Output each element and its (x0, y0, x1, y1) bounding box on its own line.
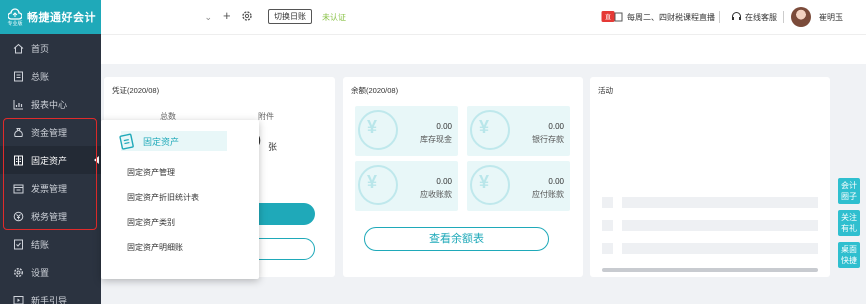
float-tab-line: 桌面 (841, 245, 857, 254)
menu-item-asset-detail-ledger[interactable]: 固定资产明细账 (127, 242, 183, 253)
balance-label: 库存现金 (420, 135, 452, 144)
highlight-box (3, 118, 97, 230)
float-tab-desktop[interactable]: 桌面 快捷 (838, 242, 860, 268)
float-tab-community[interactable]: 会计 圈子 (838, 178, 860, 204)
sidebar-item-label: 首页 (31, 43, 50, 54)
sidebar-item-home[interactable]: 首页 (0, 34, 101, 62)
balance-label: 应收账款 (420, 190, 452, 199)
header-divider (783, 11, 784, 23)
voucher-attach-label: 附件 (258, 112, 274, 121)
currency-symbol: ¥ (479, 172, 490, 192)
money-bag-icon (358, 110, 398, 150)
sidebar-item-guide[interactable]: 新手引导 (0, 286, 101, 304)
float-tab-line: 关注 (841, 213, 857, 222)
balance-cell-cash[interactable]: ¥ 0.00 库存现金 (355, 106, 458, 156)
skeleton-line (622, 197, 818, 208)
yen-coin-icon (470, 165, 510, 205)
yen-coin-icon (358, 165, 398, 205)
float-tab-follow[interactable]: 关注 有礼 (838, 210, 860, 236)
balance-card: 余额(2020/08) ¥ 0.00 库存现金 ¥ 0.00 银行存款 ¥ 0.… (343, 77, 583, 277)
brand-bar[interactable]: 专业版 畅捷通好会计 (0, 0, 101, 34)
balance-value: 0.00 (548, 122, 564, 131)
activity-card: 活动 (590, 77, 830, 277)
activity-title: 活动 (598, 86, 613, 95)
float-tab-line: 会计 (841, 181, 857, 190)
live-course-link[interactable]: 每周二、四财税课程直播 (627, 12, 715, 23)
balance-cell-receivable[interactable]: ¥ 0.00 应收账款 (355, 161, 458, 211)
skeleton-block (602, 243, 613, 254)
balance-title: 余额(2020/08) (351, 86, 399, 95)
sidebar-item-label: 总账 (31, 71, 50, 82)
sidebar-item-ledger[interactable]: 总账 (0, 62, 101, 90)
headset-icon (732, 12, 741, 20)
top-header: ⌄ + 切换日账 未认证 直 每周二、四财税课程直播 在线客服 崔明玉 (101, 0, 866, 34)
skeleton-line (622, 220, 818, 231)
chevron-down-icon: ⌄ (204, 12, 212, 22)
currency-symbol: ¥ (479, 117, 490, 137)
currency-symbol: ¥ (367, 172, 378, 192)
svg-text:直: 直 (605, 13, 611, 21)
balance-cell-bank[interactable]: ¥ 0.00 银行存款 (467, 106, 570, 156)
add-icon[interactable]: + (223, 9, 231, 23)
submenu-title: 固定资产 (143, 136, 180, 147)
gear-icon (12, 266, 24, 278)
checkout-icon (12, 238, 24, 250)
voucher-attach-unit: 张 (268, 142, 278, 152)
balance-value: 0.00 (436, 122, 452, 131)
sidebar-item-label: 报表中心 (31, 99, 68, 110)
online-service-link[interactable]: 在线客服 (745, 12, 777, 23)
skeleton-line (622, 243, 818, 254)
voucher-title: 凭证(2020/08) (112, 86, 160, 95)
float-tab-line: 圈子 (841, 192, 857, 201)
balance-value: 0.00 (548, 177, 564, 186)
asset-ledger-icon (119, 133, 134, 150)
view-balance-button[interactable]: 查看余额表 (364, 227, 549, 251)
username[interactable]: 崔明玉 (819, 12, 843, 23)
ledger-icon (12, 70, 24, 82)
cloud-logo-icon (8, 7, 22, 20)
brand-edition: 专业版 (7, 20, 23, 27)
balance-label: 银行存款 (532, 135, 564, 144)
balance-cell-payable[interactable]: ¥ 0.00 应付账款 (467, 161, 570, 211)
brand-name: 畅捷通好会计 (27, 12, 96, 24)
sub-toolbar (101, 34, 866, 64)
company-select[interactable]: ⌄ (101, 8, 214, 26)
switch-ledger-button[interactable]: 切换日账 (268, 9, 312, 24)
balance-label: 应付账款 (532, 190, 564, 199)
piggy-bank-icon (470, 110, 510, 150)
settings-gear-icon[interactable] (241, 10, 253, 22)
submenu-header: 固定资产 (119, 131, 227, 151)
sidebar-item-checkout[interactable]: 结账 (0, 230, 101, 258)
guide-icon (12, 294, 24, 304)
live-broadcast-icon: 直 (601, 11, 623, 22)
menu-item-depreciation-report[interactable]: 固定资产折旧统计表 (127, 192, 199, 203)
currency-symbol: ¥ (367, 117, 378, 137)
float-tab-line: 有礼 (841, 224, 857, 233)
brand-logo: 专业版 (6, 6, 24, 28)
sidebar-item-reports[interactable]: 报表中心 (0, 90, 101, 118)
skeleton-block (602, 220, 613, 231)
fixed-assets-submenu: 固定资产 固定资产管理 固定资产折旧统计表 固定资产类别 固定资产明细账 (101, 120, 259, 279)
horizontal-scrollbar[interactable] (602, 268, 818, 272)
sidebar-item-settings[interactable]: 设置 (0, 258, 101, 286)
header-divider (719, 11, 720, 23)
chart-icon (12, 98, 24, 110)
balance-value: 0.00 (436, 177, 452, 186)
menu-item-asset-management[interactable]: 固定资产管理 (127, 167, 175, 178)
sidebar-item-label: 新手引导 (31, 295, 68, 304)
sidebar-item-label: 结账 (31, 239, 50, 250)
uncertified-link[interactable]: 未认证 (322, 12, 346, 23)
skeleton-block (602, 197, 613, 208)
avatar[interactable] (791, 7, 811, 27)
menu-item-asset-categories[interactable]: 固定资产类别 (127, 217, 175, 228)
float-tab-line: 快捷 (841, 256, 857, 265)
sidebar-item-label: 设置 (31, 267, 50, 278)
home-icon (12, 42, 24, 54)
